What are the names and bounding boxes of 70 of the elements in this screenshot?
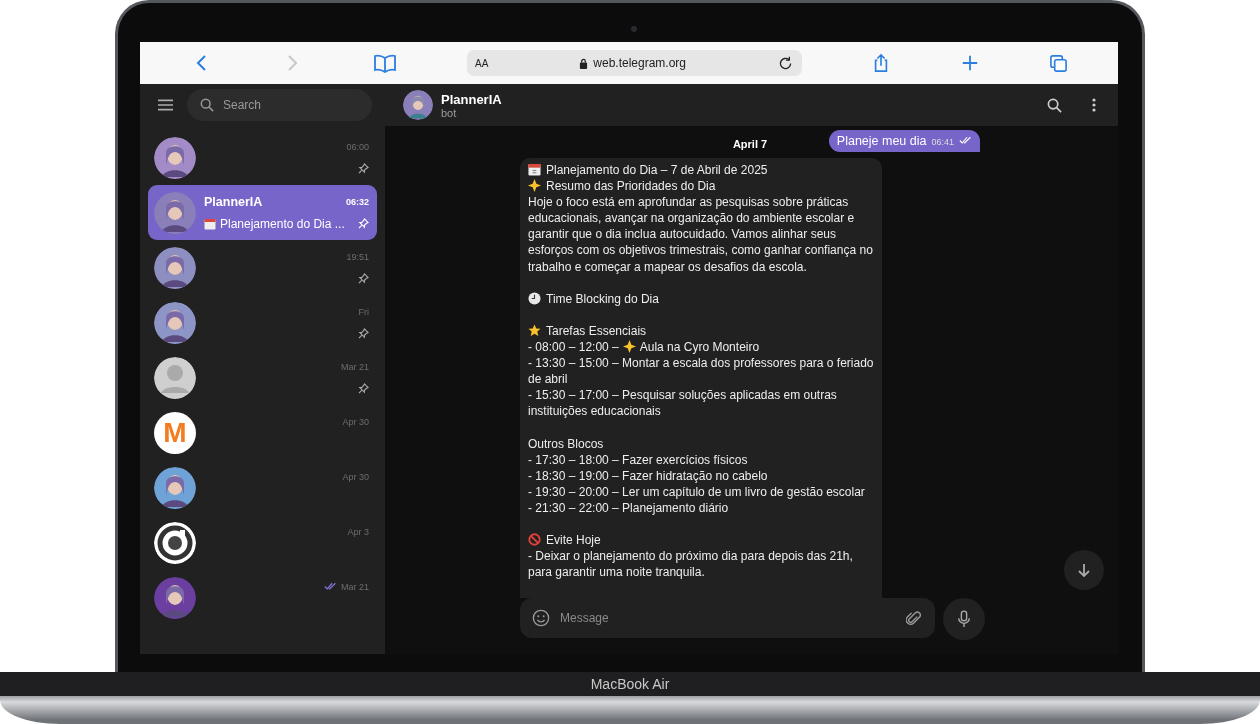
chat-time: Apr 30 bbox=[342, 416, 369, 427]
attach-icon[interactable] bbox=[906, 610, 921, 627]
device-label: MacBook Air bbox=[590, 675, 670, 694]
chat-name: PlannerIA bbox=[204, 194, 263, 209]
chat-time: 06:32 bbox=[345, 196, 369, 207]
chat-time: Apr 30 bbox=[342, 471, 369, 482]
chat-item[interactable]: 06:00 bbox=[148, 130, 377, 185]
calendar-icon bbox=[204, 217, 216, 230]
chat-item[interactable]: Apr 30 bbox=[148, 460, 377, 515]
message-text: Evite Hoje bbox=[546, 533, 601, 548]
search-icon[interactable] bbox=[1047, 97, 1062, 113]
message-text: - 21:30 – 22:00 – Planejamento diário bbox=[528, 500, 729, 515]
search-field[interactable]: Search bbox=[187, 89, 372, 121]
microphone-icon bbox=[957, 610, 971, 628]
ring-logo-avatar bbox=[154, 521, 196, 564]
outgoing-message: Planeje meu dia 06:41 bbox=[828, 130, 980, 152]
search-icon bbox=[200, 98, 214, 112]
clock-icon bbox=[528, 291, 541, 305]
url-text: web.telegram.org bbox=[593, 56, 686, 70]
chat-item[interactable]: Apr 3 bbox=[148, 515, 377, 570]
chat-title: PlannerIA bbox=[441, 91, 502, 107]
message-preview: Planejamento do Dia ... bbox=[220, 216, 345, 231]
prohibited-icon bbox=[528, 533, 541, 547]
chat-time: Apr 3 bbox=[347, 526, 369, 537]
chat-item[interactable]: Fri bbox=[148, 295, 377, 350]
star-icon bbox=[622, 340, 636, 354]
chat-item[interactable]: Mar 21 bbox=[148, 570, 377, 625]
emoji-icon[interactable] bbox=[532, 609, 550, 627]
microphone-button[interactable] bbox=[943, 598, 985, 640]
chat-item[interactable]: PlannerIA 06:32 Planejamento do Dia ... bbox=[148, 185, 377, 240]
avatar: M bbox=[154, 411, 196, 454]
chat-time: Mar 21 bbox=[341, 581, 369, 592]
message-text: Resumo das Prioridades do Dia bbox=[546, 179, 716, 194]
message-text: - 17:30 – 18:00 – Fazer exercícios físicos bbox=[528, 452, 748, 467]
chat-item[interactable]: 19:51 bbox=[148, 240, 377, 295]
arrow-down-icon bbox=[1076, 562, 1092, 578]
message-field[interactable]: Message bbox=[520, 598, 935, 638]
chat-time: 06:00 bbox=[346, 141, 369, 152]
chat-time: Fri bbox=[358, 306, 369, 317]
menu-icon[interactable] bbox=[158, 99, 173, 111]
address-bar[interactable]: AA web.telegram.org bbox=[467, 50, 802, 76]
book-icon[interactable] bbox=[372, 53, 397, 73]
message-text: - 18:30 – 19:00 – Fazer hidratação no cabelo bbox=[528, 468, 768, 483]
message-text: Aula na Cyro Monteiro bbox=[639, 340, 760, 355]
message-text: - 08:00 – 12:00 – bbox=[528, 340, 619, 355]
message-text: Hoje o foco está em aprofundar as pesquisas sobre práticas educacionais, avançar na organização do ambiente escolar e garantir que o dia inclua autocuidado. Vamos alinhar seus esforços com os objetivos trimestrais, como ganhar confiança no trabalho e começar a mapear os desafios da escola. bbox=[528, 195, 873, 274]
chat-item[interactable]: M Apr 30 bbox=[148, 405, 377, 460]
message-text: - Deixar o planejamento do próximo dia para depois das 21h, para garantir uma noite tranquila. bbox=[528, 549, 853, 580]
tabs-icon[interactable] bbox=[1048, 53, 1068, 73]
scroll-down-button[interactable] bbox=[1064, 550, 1104, 590]
date-label: April 7 bbox=[732, 137, 768, 150]
message-text: Time Blocking do Dia bbox=[546, 291, 659, 306]
message-text: Tarefas Essenciais bbox=[546, 323, 647, 338]
chat-time: 19:51 bbox=[346, 251, 369, 262]
lock-icon bbox=[579, 57, 589, 69]
reload-icon[interactable] bbox=[777, 54, 794, 72]
more-icon[interactable] bbox=[1092, 98, 1096, 112]
chat-item[interactable]: Mar 21 bbox=[148, 350, 377, 405]
message-text: - 19:30 – 20:00 – Ler um capítulo de um livro de gestão escolar bbox=[528, 484, 865, 499]
chat-time: Mar 21 bbox=[341, 361, 369, 372]
chat-subtitle: bot bbox=[441, 106, 458, 119]
message-text: - 15:30 – 17:00 – Pesquisar soluções aplicadas em outras instituições educacionais bbox=[528, 388, 837, 419]
plus-icon[interactable] bbox=[960, 54, 979, 72]
calendar-icon bbox=[528, 163, 541, 176]
star-icon bbox=[528, 323, 541, 337]
message-text: - 13:30 – 15:00 – Montar a escala dos professores para o feriado de abril bbox=[528, 356, 874, 387]
message-text: Outros Blocos bbox=[528, 436, 604, 451]
message-text: Planejamento do Dia – 7 de Abril de 2025 bbox=[546, 163, 768, 177]
star-icon bbox=[528, 179, 541, 193]
user-avatar-icon bbox=[154, 356, 196, 399]
